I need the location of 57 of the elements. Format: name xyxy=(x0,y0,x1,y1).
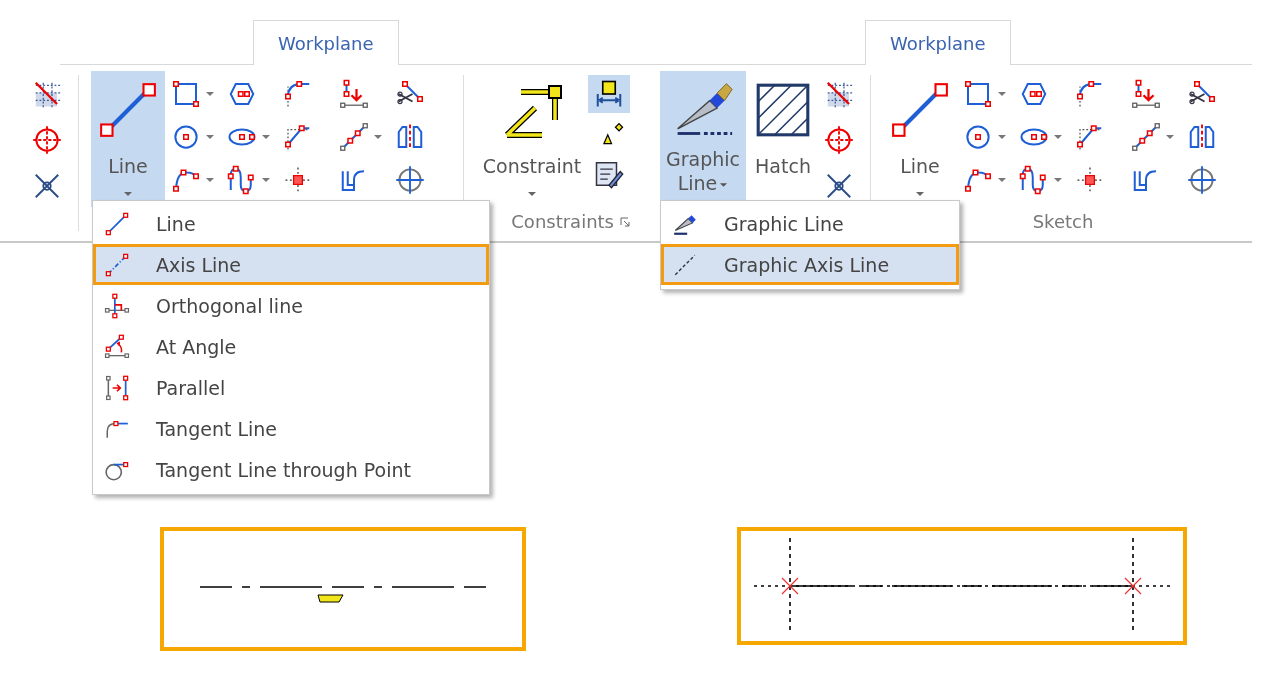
caret-icon[interactable] xyxy=(997,91,1007,97)
line-tool-icon xyxy=(104,251,130,278)
crosshair-icon[interactable] xyxy=(824,125,854,155)
crosshair-icon[interactable] xyxy=(395,165,425,195)
arrow-down-icon[interactable] xyxy=(1131,79,1161,109)
caret-icon[interactable] xyxy=(1053,177,1063,183)
menu-item[interactable]: At Angle xyxy=(93,326,489,367)
caret-icon[interactable] xyxy=(261,177,271,183)
caret-icon[interactable] xyxy=(373,134,383,140)
ribbon-tab[interactable]: Workplane xyxy=(253,20,399,65)
caret-icon[interactable] xyxy=(997,134,1007,140)
caret-icon[interactable] xyxy=(1053,134,1063,140)
point-icon[interactable] xyxy=(1075,165,1105,195)
caret-icon[interactable] xyxy=(261,134,271,140)
menu-item[interactable]: Orthogonal line xyxy=(93,285,489,326)
rectangle-icon[interactable] xyxy=(963,79,993,109)
grid-cut-icon[interactable] xyxy=(824,79,854,109)
segmented-line-icon[interactable] xyxy=(339,122,369,152)
crosshair-icon[interactable] xyxy=(1187,165,1217,195)
line-button[interactable]: Line xyxy=(91,71,165,207)
caret-icon[interactable] xyxy=(205,91,215,97)
caret-icon[interactable] xyxy=(205,134,215,140)
caret-icon[interactable] xyxy=(205,177,215,183)
dialog-launcher-icon[interactable] xyxy=(620,216,630,227)
wave-icon[interactable] xyxy=(227,165,257,195)
dimension-button[interactable] xyxy=(588,75,630,113)
intersection-icon[interactable] xyxy=(824,171,854,201)
ribbon-tab[interactable]: Workplane xyxy=(865,20,1011,65)
intersection-icon[interactable] xyxy=(32,171,62,201)
caret-icon[interactable] xyxy=(1165,134,1175,140)
grid-cut-icon[interactable] xyxy=(32,79,62,109)
caret-icon xyxy=(123,191,133,197)
caret-icon xyxy=(915,191,925,197)
segmented-line-icon[interactable] xyxy=(1131,122,1161,152)
menu-item[interactable]: Parallel xyxy=(93,367,489,408)
caret-icon xyxy=(719,181,729,188)
notepad-pencil-icon[interactable] xyxy=(594,159,624,189)
line-tool-icon xyxy=(104,374,130,401)
group-label: Constraints xyxy=(511,211,614,232)
menu-item[interactable]: Tangent Line xyxy=(93,408,489,449)
caret-icon xyxy=(527,191,537,197)
wave-icon[interactable] xyxy=(1019,165,1049,195)
arrow-down-icon[interactable] xyxy=(339,79,369,109)
crosshair-icon[interactable] xyxy=(32,125,62,155)
circle-icon[interactable] xyxy=(171,122,201,152)
menu-item[interactable]: Axis Line xyxy=(93,244,489,285)
menu-item[interactable]: Graphic Axis Line xyxy=(661,244,959,285)
point-icon[interactable] xyxy=(283,165,313,195)
group-label: Sketch xyxy=(1032,211,1094,232)
menu-item[interactable]: Tangent Line through Point xyxy=(93,449,489,490)
line-tool-icon xyxy=(104,292,130,319)
circle-icon[interactable] xyxy=(963,122,993,152)
dimension-icon xyxy=(594,79,624,109)
caret-icon[interactable] xyxy=(997,177,1007,183)
line-tool-icon xyxy=(104,333,130,360)
rectangle-icon[interactable] xyxy=(171,79,201,109)
line-tool-icon xyxy=(104,210,130,237)
